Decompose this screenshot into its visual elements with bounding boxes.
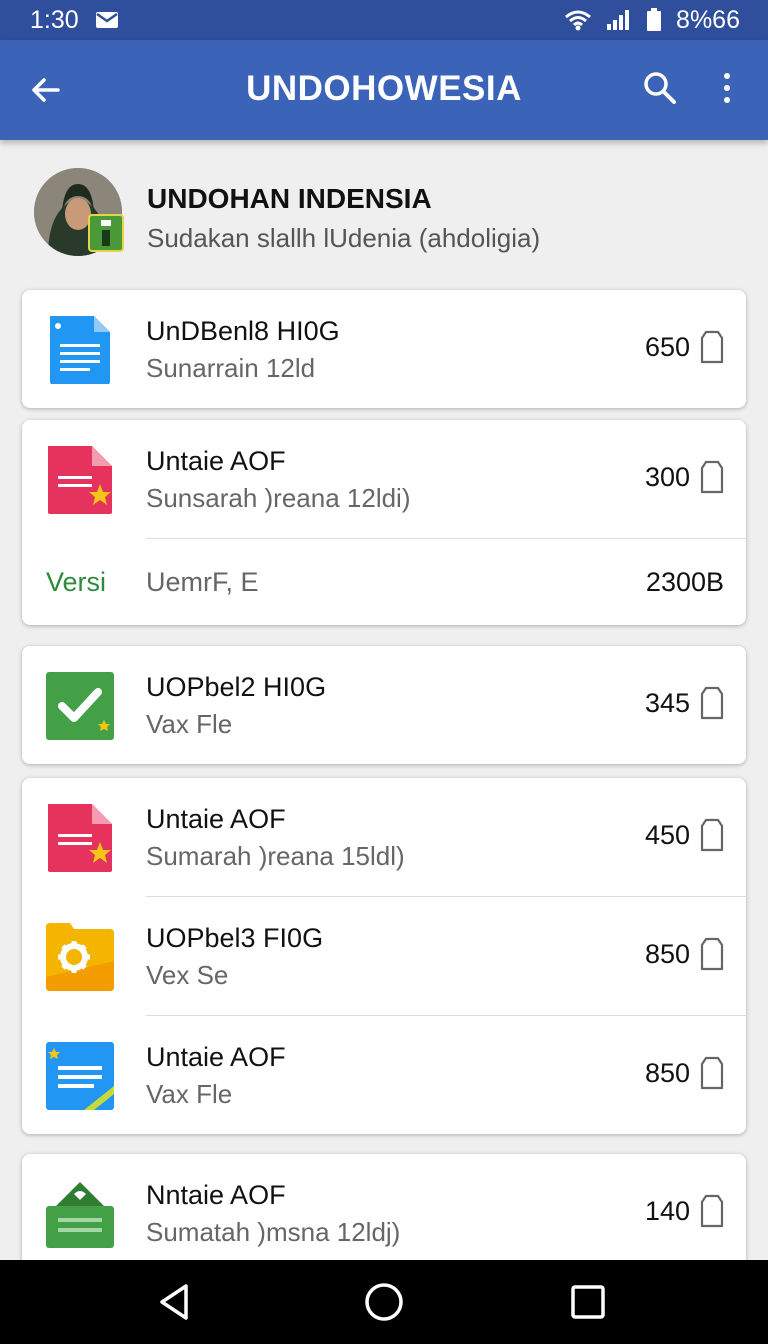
system-nav-bar (0, 1260, 768, 1344)
file-outline-icon[interactable] (700, 937, 724, 971)
file-row[interactable]: Nntaie AOF Sumatah )msna 12ldj) 140 (22, 1154, 746, 1272)
file-card: Untaie AOF Sumarah )reana 15ldl) 450 UOP… (22, 778, 746, 1134)
profile-subtitle: Sudakan slallh lUdenia (ahdoligia) (147, 223, 541, 253)
file-card: Nntaie AOF Sumatah )msna 12ldj) 140 (22, 1154, 746, 1272)
status-left: 1:30 (30, 6, 119, 35)
file-size: 650 (644, 332, 690, 362)
file-subtitle: Vax Fle (146, 709, 233, 739)
file-size: 300 (644, 462, 690, 492)
wifi-icon (565, 10, 592, 31)
file-title: UnDBenl8 HI0G (146, 316, 340, 346)
file-size: 450 (644, 820, 690, 850)
version-size: 2300B (645, 567, 724, 597)
file-title: UOPbel3 FI0G (146, 923, 324, 953)
box-green-icon (46, 1182, 114, 1248)
battery-text: 8%66 (676, 5, 740, 34)
file-row[interactable]: Untaie AOF Sumarah )reana 15ldl) 450 (22, 778, 746, 896)
verified-badge (88, 214, 124, 252)
file-subtitle: Vex Se (146, 960, 229, 990)
file-title: UOPbel2 HI0G (146, 672, 327, 702)
file-title: Untaie AOF (146, 1042, 286, 1072)
file-card: Untaie AOF Sunsarah )reana 12ldi) 300 Ve… (22, 420, 746, 625)
file-outline-icon[interactable] (700, 686, 724, 720)
file-outline-icon[interactable] (700, 818, 724, 852)
file-size: 345 (644, 688, 690, 718)
profile-name: UNDOHAN INDENSIA (147, 183, 432, 214)
file-row[interactable]: UnDBenl8 HI0G Sunarrain 12ld 650 (22, 290, 746, 408)
doc-blue-stripe-icon (46, 1042, 114, 1110)
check-green-icon (46, 672, 114, 740)
file-subtitle: Sunarrain 12ld (146, 353, 316, 383)
file-row[interactable]: Untaie AOF Sunsarah )reana 12ldi) 300 (22, 420, 746, 538)
file-outline-icon[interactable] (700, 1056, 724, 1090)
file-size: 140 (644, 1196, 690, 1226)
search-icon[interactable] (640, 68, 680, 108)
file-outline-icon[interactable] (700, 330, 724, 364)
file-subtitle: Vax Fle (146, 1079, 233, 1109)
nav-back-icon[interactable] (154, 1280, 198, 1324)
version-row[interactable]: Versi UemrF, E 2300B (46, 538, 746, 625)
file-subtitle: Sumarah )reana 15ldl) (146, 841, 405, 871)
file-size: 850 (644, 1058, 690, 1088)
doc-blue-icon (50, 316, 110, 384)
file-row[interactable]: UOPbel2 HI0G Vax Fle 345 (22, 646, 746, 764)
file-card: UOPbel2 HI0G Vax Fle 345 (22, 646, 746, 764)
profile-header: UNDOHAN INDENSIA Sudakan slallh lUdenia … (0, 140, 768, 290)
version-label: Versi (46, 567, 107, 597)
file-subtitle: Sunsarah )reana 12ldi) (146, 483, 411, 513)
file-outline-icon[interactable] (700, 1194, 724, 1228)
badge-icon (101, 220, 111, 246)
status-time: 1:30 (30, 5, 79, 34)
file-size: 850 (644, 939, 690, 969)
gear-yellow-icon (46, 923, 114, 991)
file-row[interactable]: UOPbel3 FI0G Vex Se 850 (46, 896, 746, 1015)
file-subtitle: Sumatah )msna 12ldj) (146, 1217, 401, 1247)
app-bar: UNDOHOWESIA (0, 40, 768, 140)
file-card: UnDBenl8 HI0G Sunarrain 12ld 650 (22, 290, 746, 408)
file-title: Nntaie AOF (146, 1180, 286, 1210)
file-outline-icon[interactable] (700, 460, 724, 494)
file-title: Untaie AOF (146, 446, 286, 476)
status-bar: 1:30 8%66 (0, 0, 768, 40)
file-title: Untaie AOF (146, 804, 286, 834)
more-vert-icon[interactable] (712, 68, 742, 108)
status-right: 8%66 (564, 6, 740, 35)
nav-recents-icon[interactable] (566, 1280, 610, 1324)
signal-icon (607, 10, 630, 30)
doc-pink-star-icon (48, 446, 112, 514)
doc-pink-star-icon (48, 804, 112, 872)
mail-icon (95, 12, 118, 28)
nav-home-icon[interactable] (362, 1280, 406, 1324)
version-text: UemrF, E (146, 567, 259, 597)
battery-icon (647, 8, 662, 31)
file-row[interactable]: Untaie AOF Vax Fle 850 (46, 1015, 746, 1134)
